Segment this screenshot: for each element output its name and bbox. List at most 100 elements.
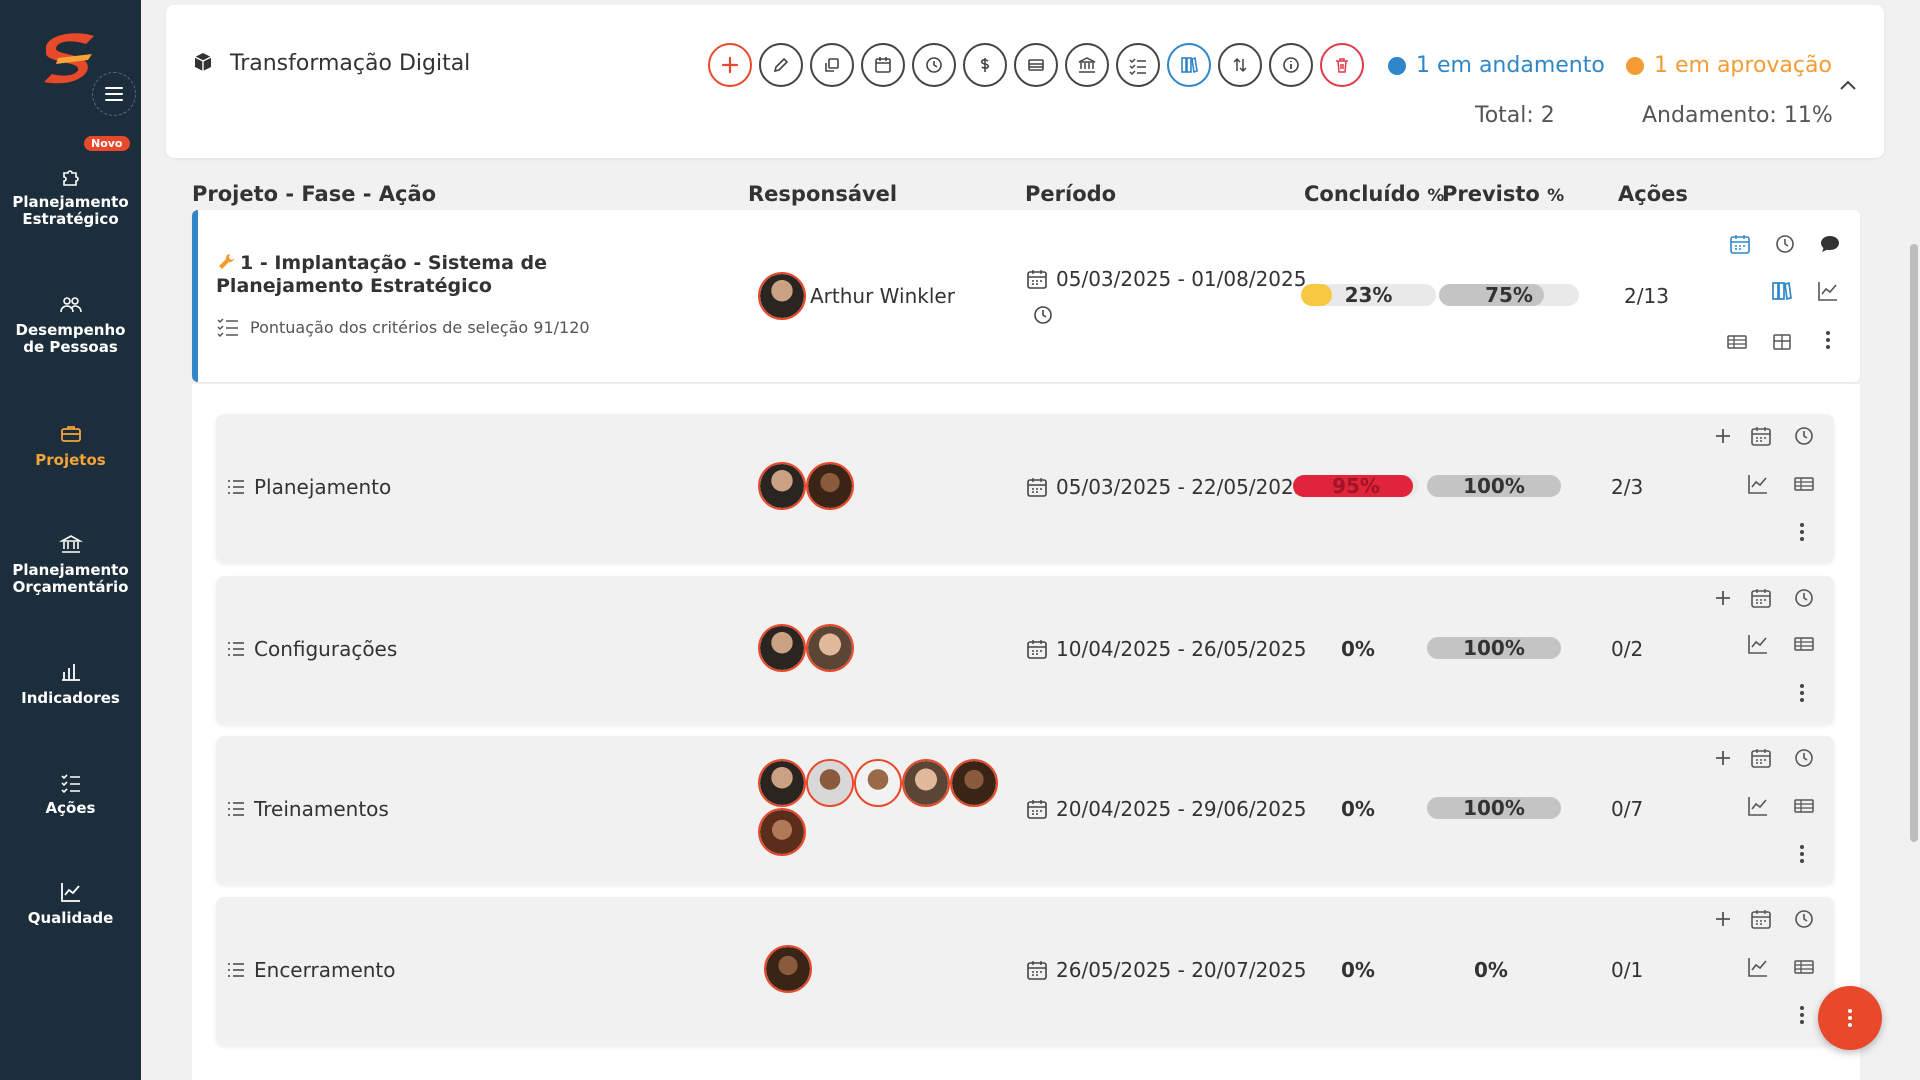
status-approval[interactable]: 1 em aprovação — [1626, 53, 1832, 78]
line-chart-icon[interactable] — [1816, 279, 1840, 303]
project-name[interactable]: 1 - Implantação - Sistema de Planejament… — [216, 252, 576, 298]
library-button[interactable] — [1167, 43, 1211, 87]
status-running[interactable]: 1 em andamento — [1388, 53, 1605, 78]
sidebar-item-projetos[interactable]: Projetos — [0, 422, 141, 469]
calendar-icon[interactable] — [1728, 232, 1752, 256]
phase-name[interactable]: Configurações — [226, 637, 397, 661]
clock-icon[interactable] — [1792, 907, 1816, 931]
calendar-icon[interactable] — [1749, 424, 1773, 448]
sort-button[interactable] — [1218, 43, 1262, 87]
edit-button[interactable] — [759, 43, 803, 87]
plus-icon[interactable] — [1711, 424, 1735, 448]
avatar[interactable] — [854, 759, 902, 807]
avatar[interactable] — [758, 808, 806, 856]
line-chart-icon[interactable] — [1746, 955, 1770, 979]
sidebar-item-indicadores[interactable]: Indicadores — [0, 660, 141, 707]
more-vertical-icon[interactable] — [1816, 328, 1840, 352]
page-title: Transformação Digital — [230, 51, 471, 76]
chevron-up-icon[interactable] — [1834, 71, 1862, 99]
kanban-icon[interactable] — [1770, 330, 1794, 354]
checklist-button[interactable] — [1116, 43, 1160, 87]
avatar[interactable] — [950, 759, 998, 807]
sidebar-item-acoes[interactable]: Ações — [0, 770, 141, 817]
list-view-button[interactable] — [1014, 43, 1058, 87]
plus-icon[interactable] — [1711, 586, 1735, 610]
phase-planned-label: 100% — [1463, 474, 1525, 498]
avatar[interactable] — [806, 462, 854, 510]
vertical-scrollbar[interactable] — [1910, 244, 1918, 842]
clock-icon[interactable] — [1773, 232, 1797, 256]
sidebar-item-planejamento-estrategico[interactable]: Planejamento Estratégico — [0, 164, 141, 228]
info-button[interactable] — [1269, 43, 1313, 87]
column-header-planned: Previsto % — [1442, 182, 1564, 206]
avatar[interactable] — [758, 624, 806, 672]
line-chart-icon[interactable] — [1746, 794, 1770, 818]
pencil-icon — [773, 57, 789, 73]
clock-icon[interactable] — [1792, 586, 1816, 610]
project-row[interactable]: 1 - Implantação - Sistema de Planejament… — [192, 210, 1860, 382]
books-icon — [1181, 56, 1198, 74]
puzzle-icon — [62, 170, 79, 186]
more-vertical-icon[interactable] — [1790, 681, 1814, 705]
phase-period-text: 10/04/2025 - 26/05/2025 — [1056, 637, 1307, 661]
wrench-icon — [219, 253, 235, 269]
calendar-icon[interactable] — [1749, 746, 1773, 770]
plus-icon[interactable] — [1711, 746, 1735, 770]
calendar-icon[interactable] — [1749, 907, 1773, 931]
sidebar-item-desempenho-pessoas[interactable]: Desempenho de Pessoas — [0, 292, 141, 356]
phase-actions-count: 0/2 — [1611, 637, 1644, 661]
clock-icon[interactable] — [1032, 304, 1054, 326]
more-vertical-icon[interactable] — [1790, 842, 1814, 866]
phase-name[interactable]: Planejamento — [226, 475, 391, 499]
clock-button[interactable] — [912, 43, 956, 87]
avatar[interactable] — [764, 945, 812, 993]
avatar[interactable] — [806, 759, 854, 807]
clock-icon[interactable] — [1792, 746, 1816, 770]
table-icon[interactable] — [1792, 472, 1816, 496]
sidebar-item-planejamento-orcamentario[interactable]: Planejamento Orçamentário — [0, 532, 141, 596]
avatar[interactable] — [758, 759, 806, 807]
phase-row[interactable] — [216, 414, 1834, 562]
line-chart-icon[interactable] — [1746, 472, 1770, 496]
avatar[interactable] — [806, 624, 854, 672]
sidebar-item-label: Orçamentário — [12, 578, 129, 596]
table-icon[interactable] — [1792, 955, 1816, 979]
bank-button[interactable] — [1065, 43, 1109, 87]
books-icon[interactable] — [1770, 279, 1794, 303]
phase-row[interactable] — [216, 736, 1834, 884]
plus-icon[interactable] — [1711, 907, 1735, 931]
delete-button[interactable] — [1320, 43, 1364, 87]
add-button[interactable] — [708, 43, 752, 87]
avatar[interactable] — [902, 759, 950, 807]
avatar[interactable] — [758, 462, 806, 510]
phase-name[interactable]: Treinamentos — [226, 797, 389, 821]
budget-button[interactable] — [963, 43, 1007, 87]
column-header-period: Período — [1025, 182, 1117, 206]
comment-icon[interactable] — [1818, 232, 1842, 256]
phase-row[interactable] — [216, 576, 1834, 724]
avatar[interactable] — [758, 272, 806, 320]
selection-criteria: Pontuação dos critérios de seleção 91/12… — [216, 316, 590, 338]
sidebar-item-label: Estratégico — [22, 210, 119, 228]
table-icon[interactable] — [1792, 794, 1816, 818]
phase-period: 26/05/2025 - 20/07/2025 — [1026, 958, 1306, 982]
project-name-text: 1 - Implantação - Sistema de Planejament… — [216, 252, 548, 297]
phase-row[interactable] — [216, 897, 1834, 1045]
more-vertical-icon[interactable] — [1790, 1003, 1814, 1027]
line-chart-icon[interactable] — [1746, 632, 1770, 656]
bank-icon — [58, 535, 83, 553]
clock-icon[interactable] — [1792, 424, 1816, 448]
phase-actions-count: 0/7 — [1611, 797, 1644, 821]
more-vertical-icon[interactable] — [1790, 520, 1814, 544]
calendar-button[interactable] — [861, 43, 905, 87]
calendar-icon[interactable] — [1749, 586, 1773, 610]
table-icon[interactable] — [1725, 330, 1749, 354]
phase-name[interactable]: Encerramento — [226, 958, 396, 982]
more-actions-fab[interactable] — [1818, 986, 1882, 1050]
sidebar-item-label: Qualidade — [27, 909, 114, 927]
sidebar-item-label: Ações — [45, 799, 96, 817]
table-icon[interactable] — [1792, 632, 1816, 656]
menu-toggle-button[interactable] — [92, 72, 136, 116]
sidebar-item-qualidade[interactable]: Qualidade — [0, 880, 141, 927]
duplicate-button[interactable] — [810, 43, 854, 87]
